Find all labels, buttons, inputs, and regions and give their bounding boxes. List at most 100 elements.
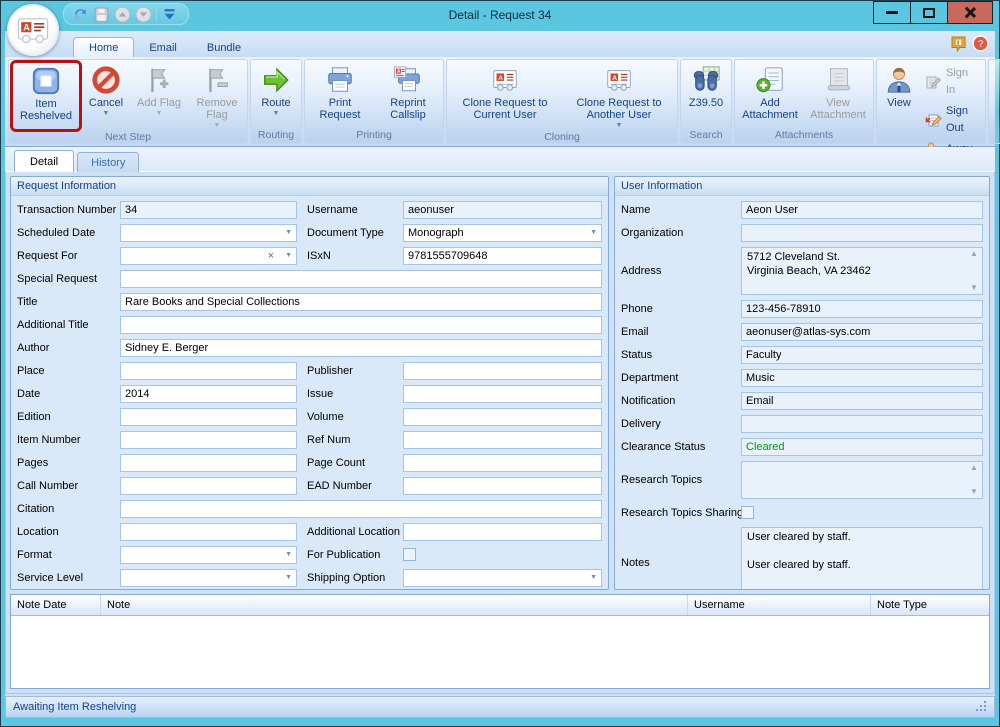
ribbon-button-cancel[interactable]: Cancel▼ [83, 62, 129, 130]
publisher-input[interactable] [403, 362, 602, 380]
for-publication-checkbox[interactable] [403, 548, 416, 561]
next-request-icon[interactable] [135, 6, 152, 23]
previous-request-icon[interactable] [114, 6, 131, 23]
scrollbar[interactable]: ▲▼ [967, 463, 981, 497]
research-topics-sharing-checkbox[interactable] [741, 506, 754, 519]
column-header-note[interactable]: Note [101, 595, 688, 615]
email-input[interactable]: aeonuser@atlas-sys.com [741, 323, 983, 341]
page-count-input[interactable] [403, 454, 602, 472]
research-topics-input[interactable]: ▲▼ [741, 461, 983, 499]
notes-input[interactable]: User cleared by staff. User cleared by s… [741, 527, 983, 590]
dropdown-arrow-icon: ▼ [214, 121, 221, 130]
scrollbar[interactable]: ▲▼ [967, 249, 981, 293]
organization-input[interactable] [741, 224, 983, 242]
author-input[interactable]: Sidney E. Berger [120, 339, 602, 357]
format-input[interactable]: ▼ [120, 546, 297, 564]
clear-icon[interactable]: × [268, 251, 274, 261]
location-input[interactable] [120, 523, 297, 541]
request-for-input[interactable]: ×▼ [120, 247, 297, 265]
ribbon-button-initialize-photoduplication[interactable]: Initialize Photoduplication [991, 62, 1000, 128]
volume-input[interactable] [403, 408, 602, 426]
shipping-option-input[interactable]: ▼ [403, 569, 602, 587]
ribbon-button-z39-50[interactable]: Z39.50 [683, 62, 729, 128]
title-bar[interactable]: Detail - Request 34 [1, 1, 999, 31]
phone-input[interactable]: 123-456-78910 [741, 300, 983, 318]
scroll-up-icon[interactable]: ▲ [970, 249, 978, 259]
place-input[interactable] [120, 362, 297, 380]
save-icon[interactable] [93, 6, 110, 23]
form-row: Special Request [17, 267, 602, 290]
username-input[interactable]: aeonuser [403, 201, 602, 219]
clearance-status-input[interactable]: Cleared [741, 438, 983, 456]
ribbon-tab-bundle[interactable]: Bundle [192, 38, 256, 57]
item-number-input[interactable] [120, 431, 297, 449]
ribbon-button-clone-request-to-current-user[interactable]: AClone Request to Current User [449, 62, 561, 130]
special-request-input[interactable] [120, 270, 602, 288]
ribbon-tab-email[interactable]: Email [134, 38, 192, 57]
dropdown-arrow-icon[interactable]: ▼ [590, 574, 597, 581]
scheduled-date-input[interactable]: ▼ [120, 224, 297, 242]
field-value: Sidney E. Berger [125, 342, 208, 354]
maximize-button[interactable] [910, 1, 948, 24]
feedback-icon[interactable]: i [950, 35, 967, 52]
resize-grip-icon[interactable] [984, 709, 986, 711]
scroll-down-icon[interactable]: ▼ [970, 487, 978, 497]
ribbon-button-clone-request-to-another-user[interactable]: AClone Request to Another User▼ [563, 62, 675, 130]
department-input[interactable]: Music [741, 369, 983, 387]
dropdown-arrow-icon[interactable]: ▼ [285, 252, 292, 259]
ribbon-button-route[interactable]: Route▼ [253, 62, 299, 128]
tab-detail[interactable]: Detail [14, 150, 74, 172]
isxn-input[interactable]: 9781555709648 [403, 247, 602, 265]
title-input[interactable]: Rare Books and Special Collections [120, 293, 602, 311]
dropdown-arrow-icon[interactable]: ▼ [590, 229, 597, 236]
pages-input[interactable] [120, 454, 297, 472]
add-attachment-icon [755, 65, 785, 95]
status-input[interactable]: Faculty [741, 346, 983, 364]
ribbon-button-label: Add Flag [137, 97, 181, 109]
scroll-down-icon[interactable]: ▼ [970, 283, 978, 293]
ref-num-input[interactable] [403, 431, 602, 449]
scroll-up-icon[interactable]: ▲ [970, 463, 978, 473]
column-header-note-type[interactable]: Note Type [871, 595, 989, 615]
application-menu-button[interactable]: A [7, 4, 59, 56]
ead-number-input[interactable] [403, 477, 602, 495]
name-input[interactable]: Aeon User [741, 201, 983, 219]
call-number-input[interactable] [120, 477, 297, 495]
dropdown-arrow-icon[interactable]: ▼ [285, 551, 292, 558]
citation-input[interactable] [120, 500, 602, 518]
dropdown-arrow-icon[interactable]: ▼ [285, 229, 292, 236]
close-button[interactable] [947, 1, 993, 24]
minimize-button[interactable] [873, 1, 911, 24]
help-icon[interactable]: ? [972, 35, 989, 52]
ribbon-button-print-request[interactable]: Print Request [307, 62, 373, 128]
additional-title-input[interactable] [120, 316, 602, 334]
edition-input[interactable] [120, 408, 297, 426]
transaction-number-input[interactable]: 34 [120, 201, 297, 219]
ribbon-button-view[interactable]: View [879, 62, 919, 157]
column-header-username[interactable]: Username [688, 595, 871, 615]
ribbon-button-sign-in[interactable]: Sign In [922, 65, 982, 99]
ribbon-tab-home[interactable]: Home [73, 37, 134, 57]
dropdown-arrow-icon[interactable]: ▼ [285, 574, 292, 581]
ribbon-button-add-attachment[interactable]: Add Attachment [737, 62, 803, 128]
issue-input[interactable] [403, 385, 602, 403]
tab-history[interactable]: History [77, 152, 139, 172]
additional-location-input[interactable] [403, 523, 602, 541]
ribbon-button-item-reshelved[interactable]: Item Reshelved [13, 63, 79, 129]
notification-input[interactable]: Email [741, 392, 983, 410]
customize-quick-access-icon[interactable] [161, 6, 178, 23]
app-window: Detail - Request 34 A HomeEmailBundle i?… [0, 0, 1000, 727]
date-input[interactable]: 2014 [120, 385, 297, 403]
delivery-input[interactable] [741, 415, 983, 433]
ribbon-button-sign-out[interactable]: Sign Out [922, 103, 982, 137]
ribbon-button-view-attachment[interactable]: View Attachment [805, 62, 871, 128]
ribbon-button-remove-flag[interactable]: Remove Flag▼ [189, 62, 245, 130]
document-type-input[interactable]: Monograph▼ [403, 224, 602, 242]
service-level-input[interactable]: ▼ [120, 569, 297, 587]
notes-table-body[interactable] [11, 616, 989, 688]
ribbon-button-reprint-callslip[interactable]: AReprint Callslip [375, 62, 441, 128]
ribbon-button-add-flag[interactable]: Add Flag▼ [131, 62, 187, 130]
column-header-note-date[interactable]: Note Date [11, 595, 101, 615]
refresh-icon[interactable] [72, 6, 89, 23]
address-input[interactable]: 5712 Cleveland St. Virginia Beach, VA 23… [741, 247, 983, 295]
